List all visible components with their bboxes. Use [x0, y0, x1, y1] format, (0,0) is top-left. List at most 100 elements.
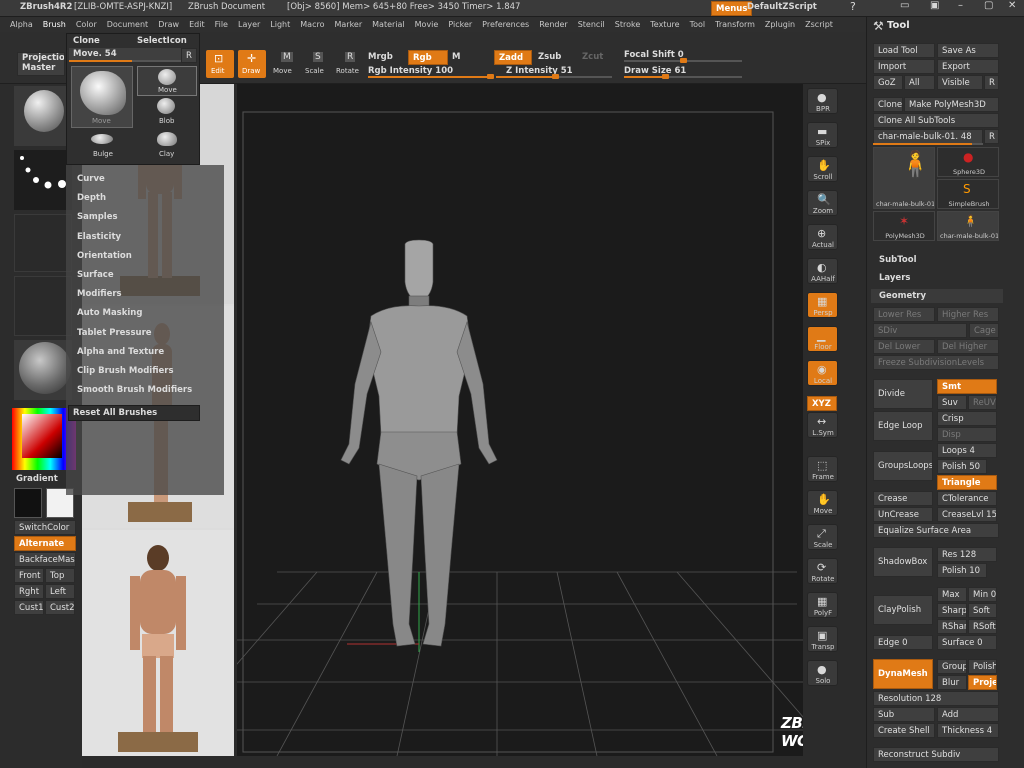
left-view-button[interactable]: Left [45, 584, 75, 599]
cage-button[interactable]: Cage [969, 323, 999, 338]
menu-texture[interactable]: Texture [650, 17, 679, 32]
crease-button[interactable]: Crease [873, 491, 933, 506]
rshelf-rotate-button[interactable]: ⟳ Rotate [807, 558, 838, 584]
brush-menu-orientation[interactable]: Orientation [77, 251, 132, 261]
main-color-swatch[interactable] [14, 488, 42, 518]
export-button[interactable]: Export [937, 59, 999, 74]
scale-button[interactable]: S Scale [304, 50, 330, 78]
backface-mask-button[interactable]: BackfaceMas [14, 552, 76, 567]
alternate-button[interactable]: Alternate [14, 536, 76, 551]
lower-res-button[interactable]: Lower Res [873, 307, 935, 322]
rshelf-solo-button[interactable]: ● Solo [807, 660, 838, 686]
rotate-button[interactable]: R Rotate [336, 50, 364, 78]
rshelf-actual-button[interactable]: ⊕ Actual [807, 224, 838, 250]
ctolerance-slider[interactable]: CTolerance [937, 491, 997, 506]
edge-slider[interactable]: Edge 0 [873, 635, 933, 650]
rshelf-lsym-button[interactable]: ↔ L.Sym [807, 412, 838, 438]
brush-menu-alpha-and-texture[interactable]: Alpha and Texture [77, 347, 164, 357]
menu-light[interactable]: Light [270, 17, 290, 32]
menu-file[interactable]: File [215, 17, 228, 32]
default-zscript-button[interactable]: DefaultZScript [747, 2, 817, 12]
goz-all-button[interactable]: All [904, 75, 935, 90]
custom2-button[interactable]: Cust2 [45, 600, 75, 615]
rshelf-bpr-button[interactable]: ● BPR [807, 88, 838, 114]
menu-zplugin[interactable]: Zplugin [765, 17, 795, 32]
reconstruct-subdiv-button[interactable]: Reconstruct Subdiv [873, 747, 999, 762]
brush-menu-tablet-pressure[interactable]: Tablet Pressure [77, 328, 152, 338]
current-tool-slider[interactable]: char-male-bulk-01. 48 [873, 129, 983, 144]
menu-color[interactable]: Color [76, 17, 97, 32]
rshelf-polyf-button[interactable]: ▦ PolyF [807, 592, 838, 618]
zsub-button[interactable]: Zsub [538, 52, 561, 62]
right-view-button[interactable]: Rght [14, 584, 44, 599]
save-as-button[interactable]: Save As [937, 43, 999, 58]
focal-shift-slider[interactable] [624, 58, 742, 63]
draw-size-slider[interactable] [624, 74, 742, 79]
uncrease-button[interactable]: UnCrease [873, 507, 933, 522]
shadowbox-res-slider[interactable]: Res 128 [937, 547, 997, 562]
groups-loops-button[interactable]: GroupsLoops [873, 451, 933, 481]
load-tool-button[interactable]: Load Tool [873, 43, 935, 58]
select-icon-button[interactable]: SelectIcon [137, 36, 187, 46]
make-polymesh-button[interactable]: Make PolyMesh3D [904, 97, 999, 112]
visible-button[interactable]: Visible [937, 75, 983, 90]
rshelf-frame-button[interactable]: ⬚ Frame [807, 456, 838, 482]
brush-menu-clip-brush-modifiers[interactable]: Clip Brush Modifiers [77, 366, 174, 376]
menu-render[interactable]: Render [539, 17, 567, 32]
menu-movie[interactable]: Movie [415, 17, 439, 32]
rshelf-local-button[interactable]: ◉ Local [807, 360, 838, 386]
smt-button[interactable]: Smt [937, 379, 997, 394]
soft-slider[interactable]: Soft [968, 603, 997, 618]
shadowbox-polish-slider[interactable]: Polish 10 [937, 563, 987, 578]
create-shell-button[interactable]: Create Shell [873, 723, 935, 738]
dynamesh-group-button[interactable]: Group [937, 659, 967, 674]
edit-button[interactable]: ⊡ Edit [206, 50, 234, 78]
brush-move-large[interactable]: Move [71, 66, 133, 128]
maximize-icon[interactable]: ▢ [984, 0, 993, 11]
menu-tool[interactable]: Tool [690, 17, 706, 32]
color-square[interactable] [22, 414, 62, 458]
menu-zscript[interactable]: Zscript [805, 17, 833, 32]
brush-size-slider[interactable]: Move. 54 [69, 48, 185, 62]
rshelf-spix-button[interactable]: ▬ SPix [807, 122, 838, 148]
rsoft-slider[interactable]: RSoft [968, 619, 997, 634]
brush-thumbnail[interactable] [14, 86, 72, 146]
brush-blob[interactable]: Blob [137, 98, 197, 128]
menu-macro[interactable]: Macro [300, 17, 324, 32]
divide-button[interactable]: Divide [873, 379, 933, 409]
layout-icon[interactable]: ▭ [900, 0, 909, 11]
goz-button[interactable]: GoZ [873, 75, 903, 90]
creaselvl-slider[interactable]: CreaseLvl 15 [937, 507, 997, 522]
m-button[interactable]: M [452, 52, 460, 62]
top-view-button[interactable]: Top [45, 568, 75, 583]
zcut-button[interactable]: Zcut [582, 52, 603, 62]
brush-menu-samples[interactable]: Samples [77, 212, 118, 222]
sharp-slider[interactable]: Sharp [937, 603, 967, 618]
alpha-thumbnail[interactable] [14, 214, 72, 272]
suv-button[interactable]: Suv [937, 395, 967, 410]
stroke-thumbnail[interactable] [14, 150, 72, 210]
triangle-button[interactable]: Triangle [937, 475, 997, 490]
brush-move-small[interactable]: Move [137, 66, 197, 96]
dynamesh-project-button[interactable]: Proje [968, 675, 997, 690]
rshelf-scale-button[interactable]: ⤢ Scale [807, 524, 838, 550]
tool-thumb-sphere3d[interactable]: ● Sphere3D [937, 147, 999, 177]
higher-res-button[interactable]: Higher Res [937, 307, 999, 322]
thickness-slider[interactable]: Thickness 4 [937, 723, 999, 738]
switch-color-button[interactable]: SwitchColor [14, 520, 76, 535]
rshelf-transp-button[interactable]: ▣ Transp [807, 626, 838, 652]
sub-button[interactable]: Sub [873, 707, 935, 722]
mrgb-button[interactable]: Mrgb [368, 52, 393, 62]
rshelf-scroll-button[interactable]: ✋ Scroll [807, 156, 838, 182]
rshelf-persp-button[interactable]: ▦ Persp [807, 292, 838, 318]
tool-thumb-char-male[interactable]: 🧍 char-male-bulk-01 [937, 211, 999, 241]
menu-marker[interactable]: Marker [334, 17, 362, 32]
brush-menu-auto-masking[interactable]: Auto Masking [77, 308, 142, 318]
brush-bulge[interactable]: Bulge [71, 130, 133, 160]
canvas-viewport[interactable]: ZBRUSH WORKSHOPS [156, 84, 887, 757]
del-lower-button[interactable]: Del Lower [873, 339, 935, 354]
max-slider[interactable]: Max [937, 587, 967, 602]
help-icon[interactable]: ? [850, 0, 856, 13]
tool-r-button[interactable]: R [984, 75, 999, 90]
clone-all-subtools-button[interactable]: Clone All SubTools [873, 113, 999, 128]
